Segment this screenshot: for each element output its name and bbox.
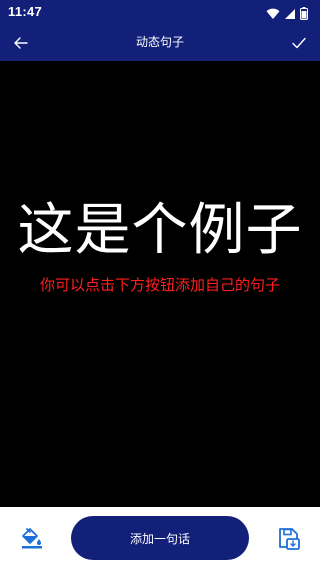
wifi-icon [266,5,280,24]
paint-bucket-icon[interactable] [20,526,44,550]
save-icon[interactable] [276,526,300,550]
main-sentence: 这是个例子 [17,198,303,263]
status-icons [266,5,308,24]
hint-text: 你可以点击下方按钮添加自己的句子 [39,276,280,294]
app-bar: 动态句子 [0,24,320,61]
battery-icon [300,5,308,24]
bottom-bar: 添加一句话 [0,507,320,569]
check-icon[interactable] [288,32,310,54]
page-title: 动态句子 [135,35,184,49]
status-time: 11:47 [8,4,43,19]
sentence-canvas[interactable]: 这是个例子 你可以点击下方按钮添加自己的句子 [0,61,320,507]
add-sentence-button[interactable]: 添加一句话 [71,516,249,560]
signal-icon [284,5,296,24]
status-bar: 11:47 [0,0,320,24]
back-arrow-icon[interactable] [10,32,32,54]
